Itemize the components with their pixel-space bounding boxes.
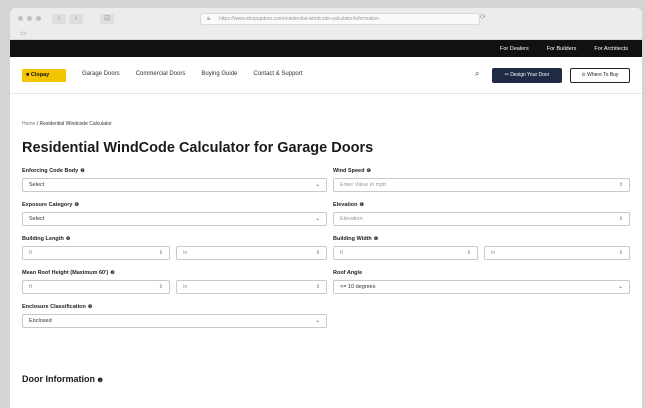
exposure-value: Select <box>29 216 45 222</box>
nav-links: Garage Doors Commercial Doors Buying Gui… <box>82 71 302 77</box>
roof-angle-value: <= 10 degrees <box>340 284 376 290</box>
zoom-window-button[interactable] <box>36 16 41 21</box>
enclosure-select[interactable]: Enclosed ⌄ <box>22 314 327 328</box>
exposure-label: Exposure Category ❶ <box>22 202 79 208</box>
url-text: https://www.shopupdoor.com/residential-w… <box>219 16 380 22</box>
breadcrumb-current: / Residential Windcode Calculator <box>36 121 112 127</box>
exposure-select[interactable]: Select ⌄ <box>22 212 327 226</box>
sidebar-toggle-icon[interactable]: ⊡ <box>100 14 114 24</box>
nav-buying-guide[interactable]: Buying Guide <box>201 71 237 77</box>
building-width-ft-input[interactable]: ft ⇕ <box>333 246 478 260</box>
enclosure-value: Enclosed <box>29 318 52 324</box>
wind-speed-label-text: Wind Speed <box>333 168 365 174</box>
roof-height-ft-placeholder: ft <box>29 284 33 290</box>
building-width-in-input[interactable]: in ⇕ <box>484 246 630 260</box>
building-length-label-text: Building Length <box>22 236 64 242</box>
stepper-icon[interactable]: ⇕ <box>316 281 320 293</box>
stepper-icon[interactable]: ⇕ <box>159 247 163 259</box>
nav-garage-doors[interactable]: Garage Doors <box>82 71 120 77</box>
code-body-select[interactable]: Select ⌄ <box>22 178 327 192</box>
building-width-ft-placeholder: ft <box>340 250 344 256</box>
chevron-down-icon: ⌄ <box>617 284 623 290</box>
building-width-in-placeholder: in <box>491 250 496 256</box>
elevation-placeholder: Elevation <box>340 216 363 222</box>
stepper-icon[interactable]: ⇕ <box>467 247 471 259</box>
building-width-label-text: Building Width <box>333 236 372 242</box>
roof-height-in-placeholder: in <box>183 284 188 290</box>
info-icon[interactable]: ❶ <box>66 236 70 242</box>
building-length-in-placeholder: in <box>183 250 188 256</box>
chevron-down-icon: ⌄ <box>314 182 320 188</box>
stepper-icon[interactable]: ⇕ <box>619 247 623 259</box>
door-information-title: Door Information <box>22 374 95 384</box>
roof-height-in-input[interactable]: in ⇕ <box>176 280 327 294</box>
building-length-in-input[interactable]: in ⇕ <box>176 246 327 260</box>
stepper-icon[interactable]: ⇕ <box>619 213 623 225</box>
address-bar[interactable]: 🔒︎ https://www.shopupdoor.com/residentia… <box>200 13 480 25</box>
elevation-label-text: Elevation <box>333 202 358 208</box>
design-your-door-button[interactable]: ✂ Design Your Door <box>492 68 562 83</box>
info-icon[interactable]: ❶ <box>98 378 103 384</box>
chevron-down-icon: ⌄ <box>314 216 320 222</box>
where-to-buy-button[interactable]: ⊙ Where To Buy <box>570 68 630 83</box>
code-body-value: Select <box>29 182 45 188</box>
wind-speed-placeholder: Enter Value in mph <box>340 182 387 188</box>
elevation-label: Elevation ❶ <box>333 202 364 208</box>
roof-height-label: Mean Roof Height (Maximum 60') ❶ <box>22 270 115 276</box>
forward-button[interactable]: › <box>69 14 83 24</box>
building-length-ft-input[interactable]: ft ⇕ <box>22 246 170 260</box>
enclosure-label-text: Enclosure Classification <box>22 304 86 310</box>
wind-speed-input[interactable]: Enter Value in mph ⇕ <box>333 178 630 192</box>
architects-link[interactable]: For Architects <box>594 46 628 52</box>
chevron-down-icon: ⌄ <box>314 318 320 324</box>
stepper-icon[interactable]: ⇕ <box>316 247 320 259</box>
door-information-heading: Door Information ❶ <box>22 374 103 384</box>
info-icon[interactable]: ❶ <box>374 236 378 242</box>
code-body-label: Enforcing Code Body ❶ <box>22 168 85 174</box>
history-buttons: ‹ › <box>52 14 83 24</box>
minimize-window-button[interactable] <box>27 16 32 21</box>
search-icon[interactable]: ⌕ <box>475 69 479 79</box>
roof-height-label-text: Mean Roof Height (Maximum 60') <box>22 270 109 276</box>
code-body-label-text: Enforcing Code Body <box>22 168 79 174</box>
window-controls <box>18 16 41 21</box>
browser-chrome: ‹ › ⊡ 🔒︎ https://www.shopupdoor.com/resi… <box>10 8 642 40</box>
breadcrumb-home[interactable]: Home <box>22 121 35 127</box>
info-icon[interactable]: ❶ <box>80 168 84 174</box>
exposure-label-text: Exposure Category <box>22 202 73 208</box>
stepper-icon[interactable]: ⇕ <box>159 281 163 293</box>
page-title: Residential WindCode Calculator for Gara… <box>22 140 374 156</box>
nav-contact-support[interactable]: Contact & Support <box>253 71 302 77</box>
nav-commercial-doors[interactable]: Commercial Doors <box>136 71 186 77</box>
roof-angle-label: Roof Angle <box>333 270 362 276</box>
browser-window: ‹ › ⊡ 🔒︎ https://www.shopupdoor.com/resi… <box>10 8 642 408</box>
stepper-icon[interactable]: ⇕ <box>619 179 623 191</box>
elevation-input[interactable]: Elevation ⇕ <box>333 212 630 226</box>
building-length-ft-placeholder: ft <box>29 250 33 256</box>
info-icon[interactable]: ❶ <box>110 270 114 276</box>
dealers-link[interactable]: For Dealers <box>500 46 529 52</box>
roof-height-ft-input[interactable]: ft ⇕ <box>22 280 170 294</box>
roof-angle-select[interactable]: <= 10 degrees ⌄ <box>333 280 630 294</box>
wind-speed-label: Wind Speed ❶ <box>333 168 371 174</box>
utility-bar: For Dealers For Builders For Architects <box>10 40 642 57</box>
builders-link[interactable]: For Builders <box>547 46 577 52</box>
enclosure-label: Enclosure Classification ❶ <box>22 304 92 310</box>
building-width-label: Building Width ❶ <box>333 236 378 242</box>
tab-overview-icon[interactable]: ▭ <box>20 29 27 37</box>
breadcrumb: Home / Residential Windcode Calculator <box>22 121 112 127</box>
brand-logo[interactable]: ■ Clopay <box>22 69 66 82</box>
building-length-label: Building Length ❶ <box>22 236 70 242</box>
reload-icon[interactable]: ⟳ <box>480 13 486 21</box>
back-button[interactable]: ‹ <box>52 14 66 24</box>
info-icon[interactable]: ❶ <box>88 304 92 310</box>
lock-icon: 🔒︎ <box>207 16 211 22</box>
roof-angle-label-text: Roof Angle <box>333 270 363 276</box>
close-window-button[interactable] <box>18 16 23 21</box>
main-navigation: ■ Clopay Garage Doors Commercial Doors B… <box>10 57 642 94</box>
info-icon[interactable]: ❶ <box>359 202 363 208</box>
info-icon[interactable]: ❶ <box>74 202 78 208</box>
info-icon[interactable]: ❶ <box>366 168 370 174</box>
